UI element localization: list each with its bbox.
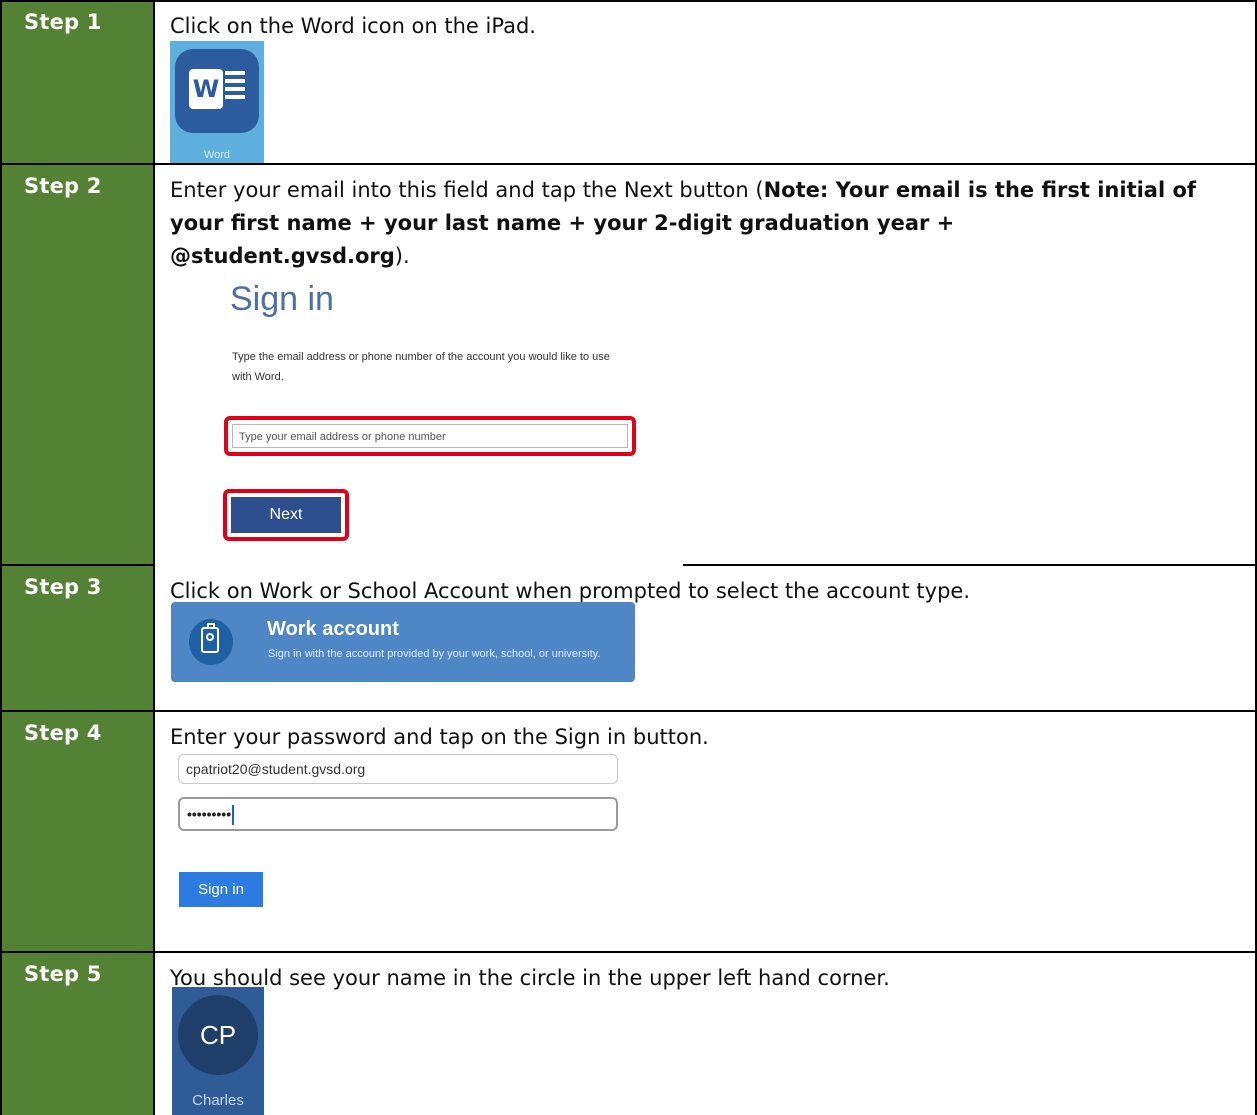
step-cell-5: Step 5	[0, 952, 155, 1115]
step-instruction: Enter your password and tap on the Sign …	[170, 725, 709, 749]
word-app-caption: Word	[203, 149, 231, 161]
word-app-icon[interactable]: W Word	[170, 41, 264, 163]
instruction-text: ).	[394, 244, 410, 268]
step-instruction: Enter your email into this field and tap…	[170, 174, 1200, 273]
profile-tile[interactable]: CP Charles	[172, 987, 264, 1115]
work-account-title: Work account	[267, 618, 399, 640]
step-content-4: Enter your password and tap on the Sign …	[155, 711, 1257, 952]
next-button[interactable]: Next	[231, 497, 341, 533]
signin-description: Type the email address or phone number o…	[232, 351, 610, 383]
work-account-option[interactable]: Work account Sign in with the account pr…	[171, 602, 635, 682]
table-border	[0, 710, 1257, 712]
table-border	[0, 564, 155, 566]
step-instruction: You should see your name in the circle i…	[170, 966, 890, 990]
step-label: Step 3	[24, 575, 102, 599]
step-label: Step 1	[24, 10, 102, 34]
instruction-text: Enter your email into this field and tap…	[170, 178, 764, 202]
instruction-table: Step 1 Click on the Word icon on the iPa…	[0, 0, 1257, 1115]
password-mask: •••••••••	[187, 806, 232, 822]
step-cell-1: Step 1	[0, 0, 155, 164]
step-cell-2: Step 2	[0, 164, 155, 565]
step-content-1: Click on the Word icon on the iPad.	[155, 0, 1257, 164]
avatar: CP	[178, 995, 258, 1075]
signin-title: Sign in	[230, 280, 334, 318]
table-border	[0, 951, 1257, 953]
document-lines-icon	[225, 71, 245, 107]
text-caret	[232, 805, 235, 826]
signin-button[interactable]: Sign in	[179, 872, 263, 907]
email-input[interactable]: Type your email address or phone number	[232, 424, 628, 448]
email-field[interactable]: cpatriot20@student.gvsd.org	[178, 754, 618, 784]
word-letter: W	[189, 69, 223, 109]
step-cell-4: Step 4	[0, 711, 155, 952]
profile-name: Charles	[192, 1092, 244, 1109]
email-input-highlight: Type your email address or phone number	[224, 416, 636, 456]
step-instruction: Click on the Word icon on the iPad.	[170, 14, 536, 38]
id-badge-icon	[189, 619, 233, 665]
next-button-highlight: Next	[223, 489, 349, 541]
word-icon: W	[175, 49, 259, 133]
work-account-description: Sign in with the account provided by you…	[268, 648, 601, 660]
step-label: Step 2	[24, 174, 102, 198]
table-border	[0, 0, 1257, 2]
step-label: Step 4	[24, 721, 102, 745]
table-border	[683, 564, 1257, 566]
step-label: Step 5	[24, 962, 102, 986]
password-field[interactable]: •••••••••	[178, 797, 618, 831]
step-content-5: You should see your name in the circle i…	[155, 952, 1257, 1115]
step-row-4: Step 4 Enter your password and tap on th…	[0, 711, 1257, 952]
table-border	[0, 163, 1257, 165]
step-cell-3: Step 3	[0, 565, 155, 711]
